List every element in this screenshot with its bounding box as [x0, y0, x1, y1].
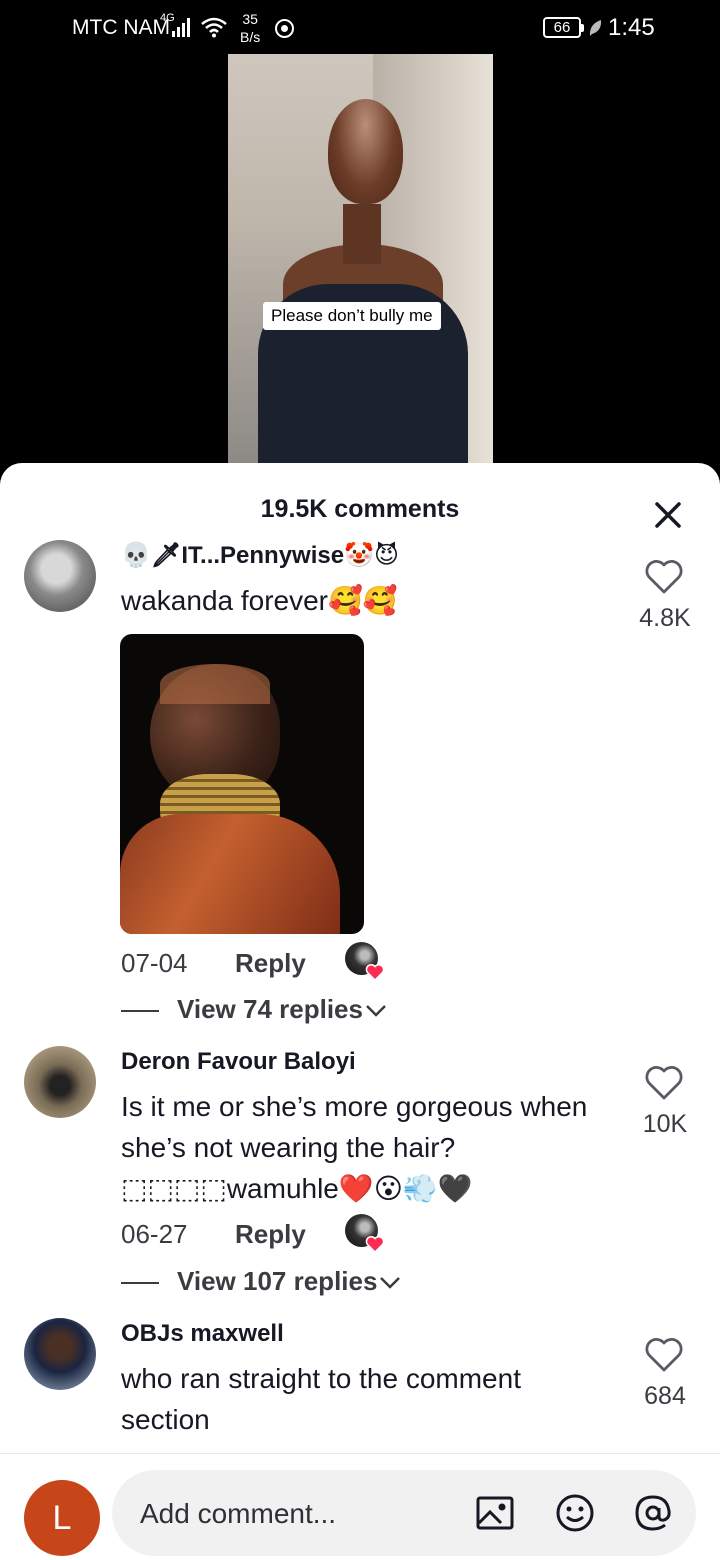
like-count: 684 — [644, 1382, 686, 1410]
network-speed: 35 B/s — [240, 11, 261, 45]
comment-username[interactable]: Deron Favour Baloyi — [121, 1048, 356, 1076]
comments-sheet: 19.5K comments 💀🗡IT...Pennywise🤡😈 wakand… — [0, 463, 720, 1560]
comment-username[interactable]: 💀🗡IT...Pennywise🤡😈 — [121, 541, 399, 570]
heart-outline-icon[interactable] — [644, 1063, 684, 1101]
my-avatar[interactable]: L — [24, 1480, 100, 1556]
comment-text: wakanda forever🥰🥰 — [121, 585, 398, 616]
wifi-icon — [201, 17, 227, 38]
comment-date: 06-27 — [121, 1219, 188, 1249]
status-bar: MTC NAM 4G 35 B/s 66 1:45 — [0, 0, 720, 54]
comment-text: who ran straight to the comment section — [121, 1363, 521, 1435]
heart-outline-icon[interactable] — [644, 1335, 684, 1373]
close-icon[interactable] — [646, 493, 690, 537]
chrome-icon — [275, 19, 294, 38]
chevron-down-icon — [366, 1005, 386, 1017]
video-caption: Please don’t bully me — [263, 302, 441, 330]
like-count: 4.8K — [639, 604, 691, 632]
at-mention-icon[interactable] — [632, 1492, 674, 1534]
chevron-down-icon — [380, 1277, 401, 1289]
comment-text: Is it me or she’s more gorgeous when she… — [121, 1091, 588, 1204]
reply-button[interactable]: Reply — [235, 1219, 306, 1250]
creator-liked-badge — [345, 1214, 385, 1254]
avatar[interactable] — [24, 1046, 96, 1118]
view-replies-button[interactable]: View 74 replies — [121, 994, 387, 1028]
battery-indicator: 66 — [543, 17, 584, 38]
person-head — [328, 99, 403, 204]
comment-photo[interactable] — [120, 634, 364, 934]
like-count: 10K — [642, 1110, 688, 1138]
emoji-icon[interactable] — [554, 1492, 596, 1534]
leaf-icon — [589, 20, 602, 36]
avatar[interactable] — [24, 540, 96, 612]
comment-date: 07-04 — [121, 948, 188, 978]
avatar[interactable] — [24, 1318, 96, 1390]
heart-icon — [365, 1236, 385, 1254]
comment-composer: L Add comment... — [0, 1453, 720, 1560]
reply-button[interactable]: Reply — [235, 948, 306, 979]
view-replies-button[interactable]: View 107 replies — [121, 1266, 401, 1300]
comment-input[interactable]: Add comment... — [112, 1470, 696, 1556]
heart-outline-icon[interactable] — [644, 557, 684, 595]
comment-username[interactable]: OBJs maxwell — [121, 1320, 284, 1348]
video-player[interactable] — [228, 54, 493, 464]
image-icon[interactable] — [474, 1492, 516, 1534]
comment-input-placeholder: Add comment... — [140, 1498, 337, 1529]
creator-liked-badge — [345, 942, 385, 982]
comments-count-title: 19.5K comments — [260, 495, 460, 523]
heart-icon — [365, 964, 385, 982]
clock: 1:45 — [608, 14, 655, 41]
carrier-name: MTC NAM — [72, 16, 170, 39]
signal-icon — [172, 17, 194, 37]
